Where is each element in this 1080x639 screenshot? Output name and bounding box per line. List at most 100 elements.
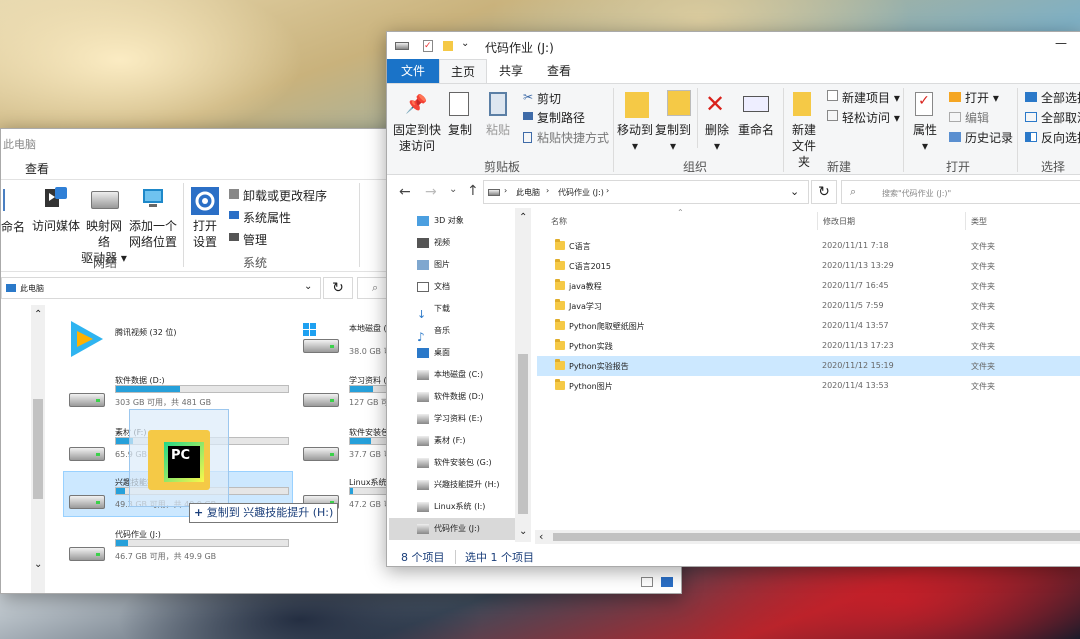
nav-item-downloads[interactable]: ↓ 下载: [417, 298, 527, 321]
tab-file[interactable]: 文件: [387, 59, 439, 83]
nav-item-drive-d[interactable]: 软件数据 (D:): [417, 386, 527, 408]
group-network-label: 网络: [92, 256, 117, 270]
nav-item-pictures[interactable]: 图片: [417, 254, 527, 276]
details-view-icon[interactable]: [641, 577, 653, 587]
address-bar[interactable]: › 此电脑 › 代码作业 (J:) › ⌄: [483, 180, 809, 204]
drive-icon: [417, 391, 429, 402]
rename-button[interactable]: 重命名: [737, 122, 775, 138]
copy-to-button[interactable]: 复制到 ▾: [655, 122, 691, 154]
scroll-down-icon[interactable]: ⌄: [519, 526, 527, 537]
paste-button[interactable]: 粘贴: [483, 122, 513, 138]
folder-icon: [555, 279, 565, 290]
file-row[interactable]: Python爬取壁纸图片 2020/11/4 13:57 文件夹: [537, 316, 1080, 336]
system-properties-button[interactable]: 系统属性: [243, 209, 291, 226]
paste-shortcut-button[interactable]: 粘贴快捷方式: [537, 129, 609, 146]
horizontal-scrollbar[interactable]: ‹: [535, 530, 1080, 544]
copy-button[interactable]: 复制: [445, 122, 475, 138]
breadcrumb-this-pc[interactable]: 此电脑: [516, 187, 540, 198]
nav-item-drive-f[interactable]: 素材 (F:): [417, 430, 527, 452]
rename-label[interactable]: 命名: [1, 218, 25, 235]
file-row[interactable]: C语言 2020/11/11 7:18 文件夹: [537, 236, 1080, 256]
scrollbar-thumb[interactable]: [518, 354, 528, 514]
invert-selection-button[interactable]: 反向选择: [1041, 129, 1080, 146]
address-bar[interactable]: 此电脑 ⌄: [1, 277, 321, 299]
new-item-button[interactable]: 新建项目 ▾: [842, 89, 900, 106]
select-all-button[interactable]: 全部选择: [1041, 89, 1080, 106]
select-none-button[interactable]: 全部取消: [1041, 109, 1080, 126]
drive-c-icon: [303, 339, 339, 353]
scrollbar-thumb[interactable]: [553, 533, 1080, 541]
nav-item-documents[interactable]: 文档: [417, 276, 527, 298]
easy-access-button[interactable]: 轻松访问 ▾: [842, 109, 900, 126]
column-header-date[interactable]: 修改日期: [823, 216, 855, 227]
nav-item-drive-h[interactable]: 兴趣技能提升 (H:): [417, 474, 527, 496]
nav-item-videos[interactable]: 视频: [417, 232, 527, 254]
access-media-button[interactable]: 访问媒体: [31, 218, 81, 234]
folder-small-icon[interactable]: [443, 41, 453, 51]
nav-item-drive-j[interactable]: 代码作业 (J:): [389, 518, 515, 540]
copy-path-button[interactable]: 复制路径: [537, 109, 585, 126]
back-arrow-icon[interactable]: ←: [399, 184, 411, 200]
nav-item-drive-e[interactable]: 学习资料 (E:): [417, 408, 527, 430]
uninstall-button[interactable]: 卸载或更改程序: [243, 187, 327, 204]
column-header-name[interactable]: 名称: [551, 216, 567, 227]
nav-item-drive-g[interactable]: 软件安装包 (G:): [417, 452, 527, 474]
open-button[interactable]: 打开 ▾: [965, 89, 999, 106]
file-row-selected[interactable]: Python实验报告 2020/11/12 15:19 文件夹: [537, 356, 1080, 376]
nav-item-desktop[interactable]: 桌面: [417, 342, 527, 364]
open-settings-button[interactable]: 打开 设置: [187, 218, 223, 250]
file-row[interactable]: Python实践 2020/11/13 17:23 文件夹: [537, 336, 1080, 356]
file-row[interactable]: Python图片 2020/11/4 13:53 文件夹: [537, 376, 1080, 396]
chevron-down-icon[interactable]: ⌄: [304, 281, 312, 292]
properties-button[interactable]: 属性 ▾: [909, 122, 941, 154]
search-icon: ⌕: [850, 185, 857, 198]
properties-small-icon[interactable]: ✓: [423, 40, 433, 52]
search-box[interactable]: ⌕: [357, 277, 387, 299]
pc-icon: [6, 284, 16, 292]
usage-fill: [116, 386, 180, 392]
move-to-button[interactable]: 移动到 ▾: [617, 122, 653, 154]
up-arrow-icon[interactable]: ↑: [467, 183, 479, 199]
tiles-view-icon[interactable]: [661, 577, 673, 587]
add-network-location-button[interactable]: 添加一个 网络位置: [129, 218, 177, 250]
tab-share[interactable]: 共享: [487, 59, 535, 83]
scroll-up-icon[interactable]: ⌃: [519, 212, 527, 223]
nav-item-3d-objects[interactable]: 3D 对象: [417, 210, 527, 232]
settings-gear-icon: [191, 187, 219, 215]
usage-fill: [116, 540, 129, 546]
scroll-up-icon[interactable]: ⌃: [34, 309, 42, 320]
scroll-down-icon[interactable]: ⌄: [34, 559, 42, 570]
chevron-down-icon[interactable]: ⌄: [790, 185, 799, 198]
nav-scrollbar[interactable]: ⌃ ⌄: [515, 208, 531, 542]
tab-view[interactable]: 查看: [535, 59, 583, 83]
scroll-left-icon[interactable]: ‹: [539, 530, 543, 543]
forward-arrow-icon[interactable]: →: [425, 184, 437, 200]
tab-view[interactable]: 查看: [25, 160, 49, 177]
scrollbar-thumb[interactable]: [33, 399, 43, 499]
qat-dropdown-icon[interactable]: ⌄: [461, 38, 469, 49]
breadcrumb-drive-j[interactable]: 代码作业 (J:): [558, 187, 604, 198]
minimize-button[interactable]: —: [1055, 36, 1067, 50]
recent-dropdown-icon[interactable]: ⌄: [449, 184, 457, 195]
file-row[interactable]: Java学习 2020/11/5 7:59 文件夹: [537, 296, 1080, 316]
pin-quick-access-button[interactable]: 固定到快 速访问: [391, 122, 443, 154]
delete-button[interactable]: 删除 ▾: [701, 122, 733, 154]
nav-item-drive-i[interactable]: Linux系统 (I:): [417, 496, 527, 518]
file-row[interactable]: java教程 2020/11/7 16:45 文件夹: [537, 276, 1080, 296]
nav-item-drive-c[interactable]: 本地磁盘 (C:): [417, 364, 527, 386]
search-box[interactable]: ⌕ 搜索"代码作业 (J:)": [841, 180, 1080, 204]
cut-button[interactable]: 剪切: [537, 90, 561, 107]
file-row[interactable]: C语言2015 2020/11/13 13:29 文件夹: [537, 256, 1080, 276]
drive-g-usage-bar: [349, 437, 389, 445]
item-name[interactable]: 腾讯视频 (32 位): [115, 327, 177, 338]
tab-home[interactable]: 主页: [439, 59, 487, 83]
folder-icon: [555, 339, 565, 350]
nav-item-music[interactable]: ♪ 音乐: [417, 320, 527, 344]
refresh-button[interactable]: ↻: [811, 180, 837, 204]
refresh-button[interactable]: ↻: [323, 277, 353, 299]
edit-button[interactable]: 编辑: [965, 109, 989, 126]
manage-button[interactable]: 管理: [243, 231, 267, 248]
column-header-type[interactable]: 类型: [971, 216, 987, 227]
history-button[interactable]: 历史记录: [965, 129, 1013, 146]
tencent-video-icon: [65, 319, 107, 359]
